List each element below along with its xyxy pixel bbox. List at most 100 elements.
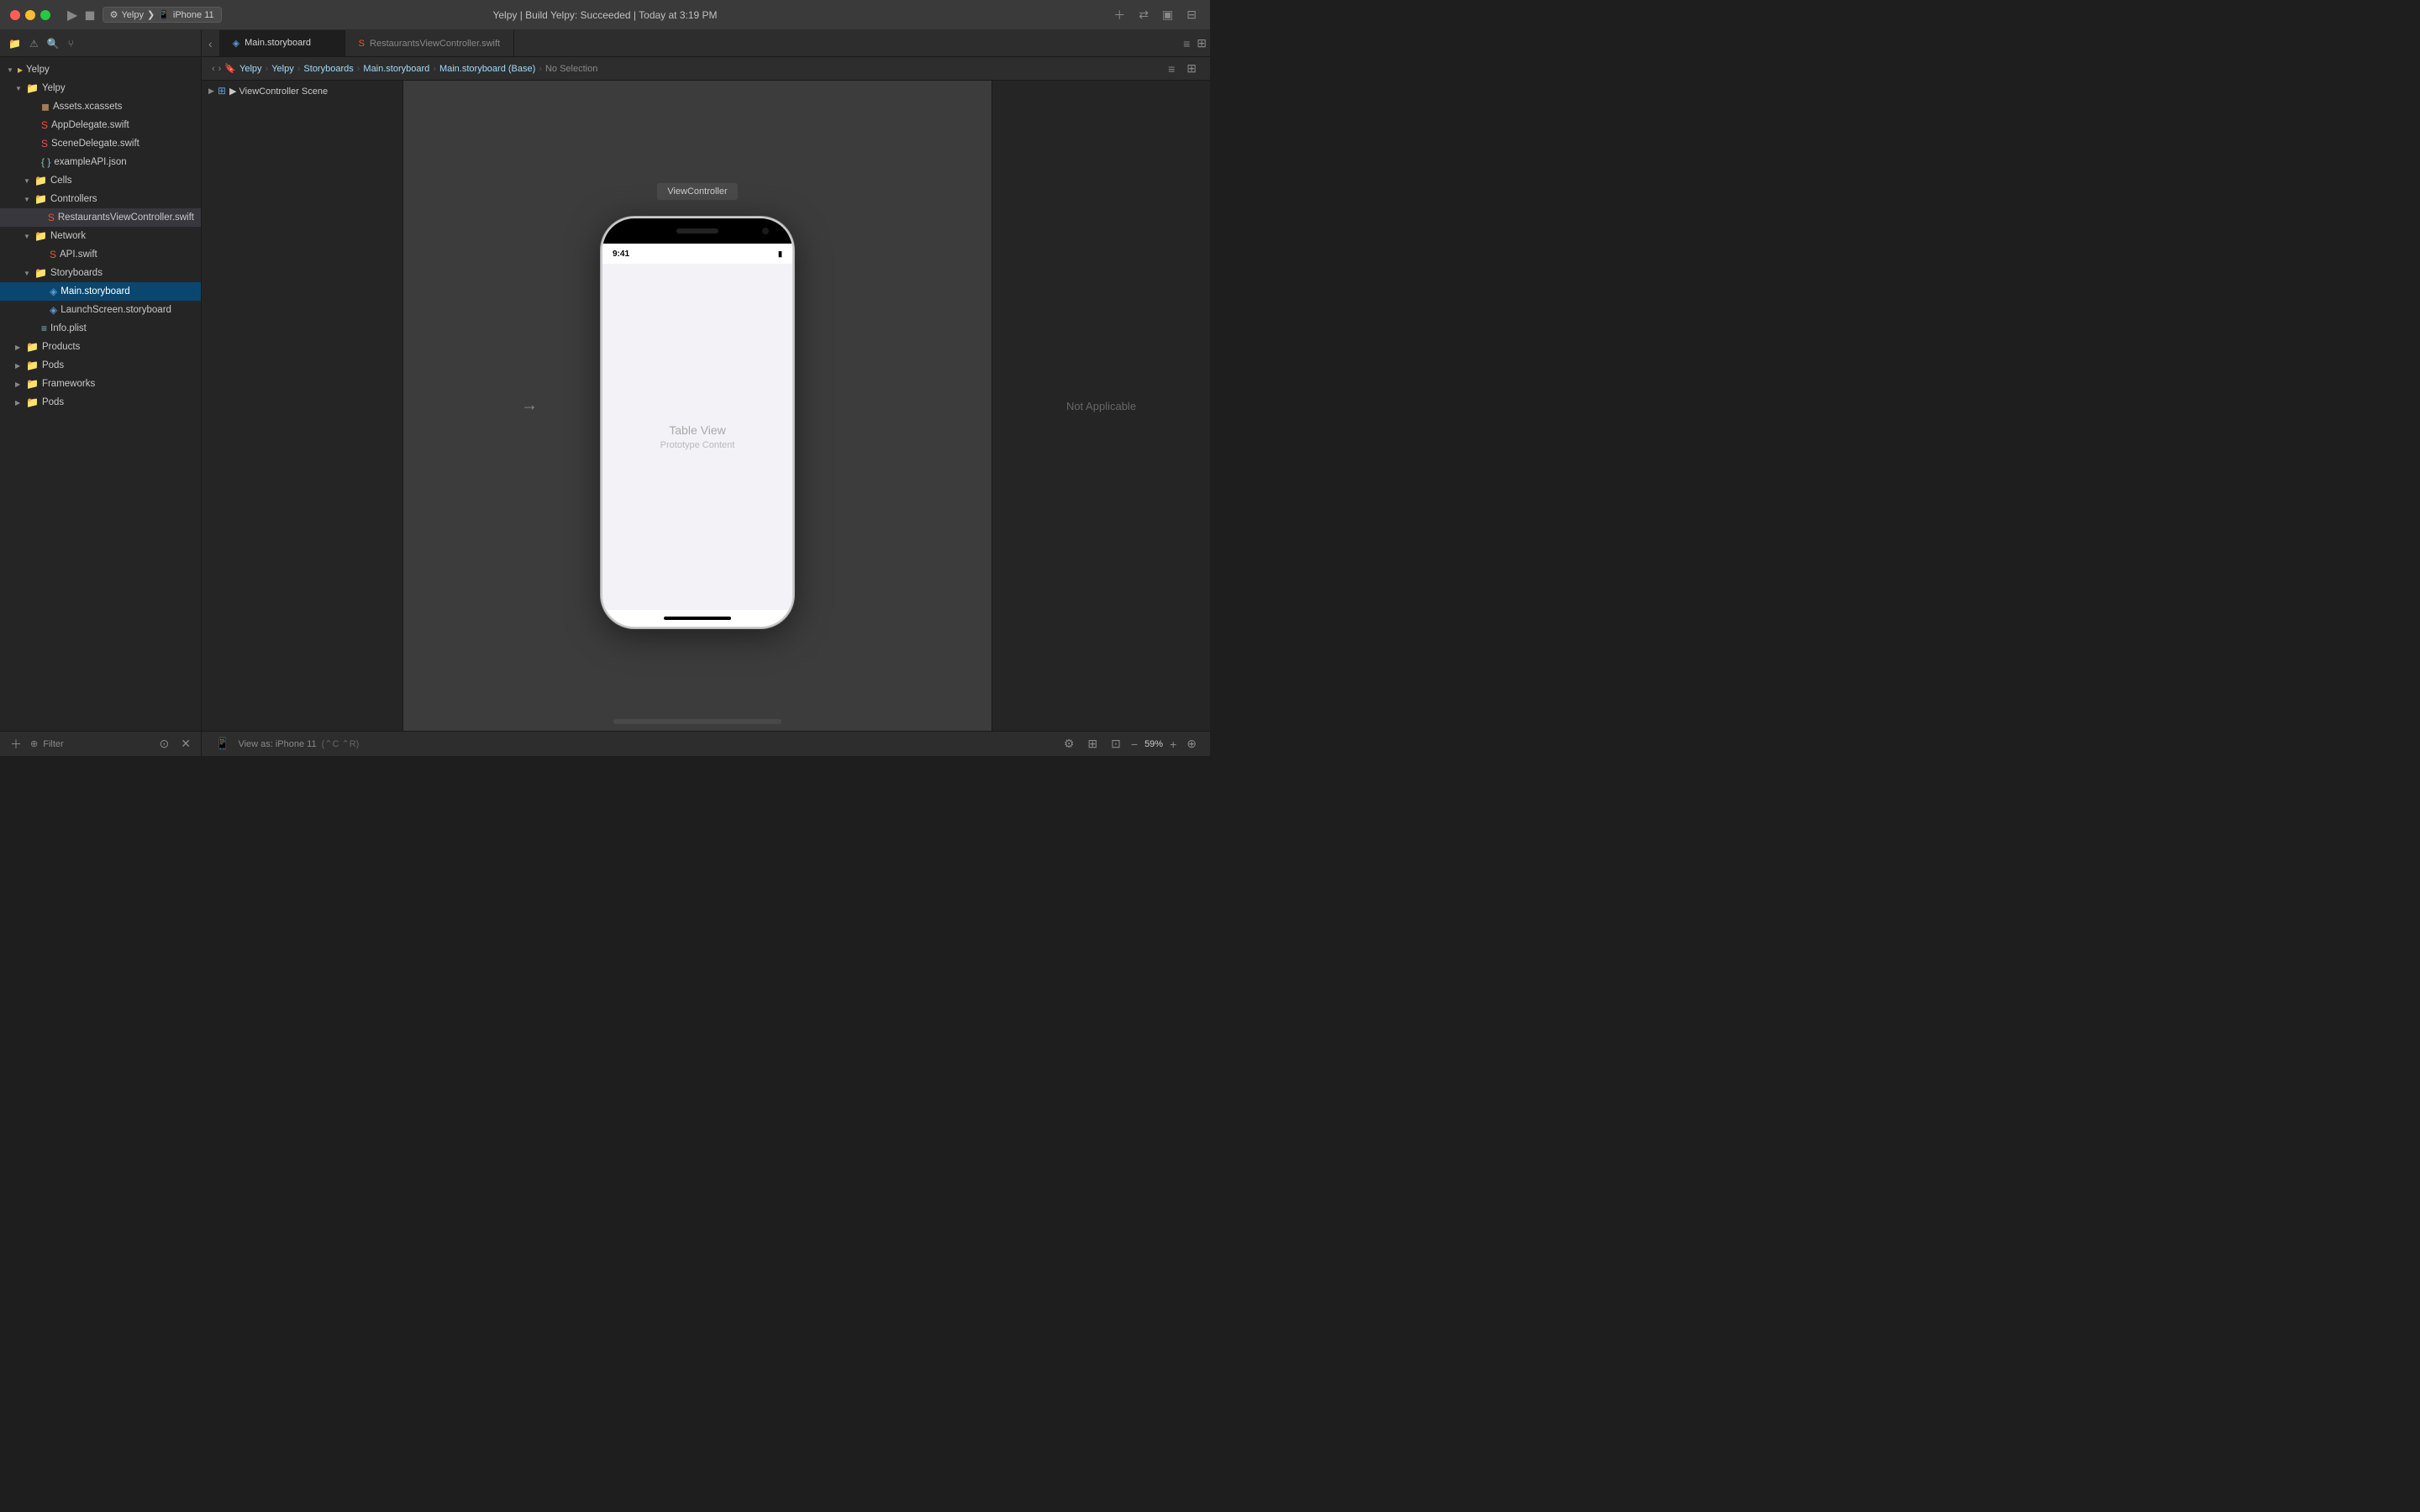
pods2-folder-icon: 📁 [26, 396, 39, 408]
segue-arrow: → [521, 396, 538, 416]
network-label: Network [50, 231, 86, 241]
breadcrumb-back-button[interactable]: ‹ [212, 64, 215, 74]
tab-restaurants-vc[interactable]: S RestaurantsViewController.swift [345, 30, 514, 56]
tree-exampleapi[interactable]: { } exampleAPI.json [0, 153, 201, 171]
tree-appdelegate[interactable]: S AppDelegate.swift [0, 116, 201, 134]
home-bar [664, 617, 731, 620]
toolbar-right: ＋ ⇄ ▣ ⊟ [1110, 5, 1200, 25]
tree-root-yelpy[interactable]: ▼ ▸ Yelpy [0, 60, 201, 79]
exampleapi-label: exampleAPI.json [54, 157, 126, 167]
tree-cells-folder[interactable]: ▼ 📁 Cells [0, 171, 201, 190]
maximize-button[interactable] [40, 10, 50, 20]
source-control-button[interactable]: ⇄ [1135, 6, 1152, 24]
breadcrumb-right: ≡ ⊞ [1165, 60, 1200, 77]
panel-toggle-button[interactable]: ⊟ [1183, 6, 1200, 24]
tree-launch-storyboard[interactable]: ◈ LaunchScreen.storyboard [0, 301, 201, 319]
storyboard-icon-2: ◈ [50, 304, 57, 316]
controllers-label: Controllers [50, 194, 97, 204]
breadcrumb-yelpy-2[interactable]: Yelpy [271, 64, 294, 74]
device-name: iPhone 11 [173, 10, 214, 20]
breadcrumb-storyboards[interactable]: Storyboards [303, 64, 353, 74]
root-label: Yelpy [26, 65, 50, 75]
chevron-icon: ❯ [147, 9, 155, 20]
breadcrumb-action-button[interactable]: ≡ [1165, 60, 1178, 77]
layout-button[interactable]: ▣ [1159, 6, 1176, 24]
sidebar-warning-icon[interactable]: ⚠ [28, 36, 40, 51]
iphone-container: ViewController 9:41 ▮ [601, 183, 794, 628]
folder-icon: ▸ [18, 64, 23, 76]
sidebar-scm-icon[interactable]: ⑂ [66, 36, 76, 51]
scheme-name: Yelpy [121, 10, 144, 20]
cells-label: Cells [50, 176, 72, 186]
editor-options-button[interactable]: ≡ [1180, 30, 1193, 56]
scene-list: ▶ ⊞ ▶ ViewController Scene [202, 81, 403, 731]
bottom-fit-button[interactable]: ⊞ [1084, 735, 1101, 753]
breadcrumb-no-selection: No Selection [545, 64, 597, 74]
scene-label: ▶ ViewController Scene [229, 86, 328, 97]
scheme-selector[interactable]: ⚙ Yelpy ❯ 📱 iPhone 11 [103, 7, 222, 23]
tree-products-folder[interactable]: ▶ 📁 Products [0, 338, 201, 356]
filter-settings-button[interactable]: ⊙ [156, 735, 173, 753]
tab-main-storyboard[interactable]: ◈ Main.storyboard [219, 30, 345, 56]
tree-yelpy-group[interactable]: ▼ 📁 Yelpy [0, 79, 201, 97]
tree-api[interactable]: S API.swift [0, 245, 201, 264]
tree-restaurantsvc[interactable]: S RestaurantsViewController.swift [0, 208, 201, 227]
bottom-settings-icon[interactable]: ⚙ [1060, 735, 1078, 753]
tree-frameworks-folder[interactable]: ▶ 📁 Frameworks [0, 375, 201, 393]
iphone-speaker [676, 228, 718, 234]
breadcrumb-icon-1: 🔖 [224, 63, 236, 74]
breadcrumb-related-button[interactable]: ⊞ [1183, 60, 1200, 77]
tree-controllers-folder[interactable]: ▼ 📁 Controllers [0, 190, 201, 208]
minimize-button[interactable] [25, 10, 35, 20]
products-folder-icon: 📁 [26, 341, 39, 353]
title-label: Yelpy | Build Yelpy: Succeeded | Today a… [492, 9, 717, 21]
xcassets-icon: ◼ [41, 101, 50, 113]
tree-assets[interactable]: ◼ Assets.xcassets [0, 97, 201, 116]
frameworks-label: Frameworks [42, 379, 95, 389]
bottom-device-icon[interactable]: 📱 [212, 735, 233, 753]
breadcrumb-forward-button[interactable]: › [218, 64, 222, 74]
sidebar-nav-icon[interactable]: 📁 [7, 36, 23, 51]
sidebar-bottom: ＋ ⊕ Filter ⊙ ✕ [0, 731, 201, 756]
play-button[interactable]: ▶ [67, 7, 77, 24]
tree-info-plist[interactable]: ≡ Info.plist [0, 319, 201, 338]
breadcrumb-yelpy-1[interactable]: Yelpy [239, 64, 262, 74]
iphone-frame: 9:41 ▮ Table View Prototype Content [601, 217, 794, 628]
tab-label-2: RestaurantsViewController.swift [370, 39, 500, 49]
cells-folder-icon: 📁 [34, 175, 47, 186]
tab-label-1: Main.storyboard [245, 38, 311, 48]
breadcrumb-main-storyboard[interactable]: Main.storyboard [363, 64, 429, 74]
pods-label: Pods [42, 360, 64, 370]
split-editor-button[interactable]: ⊞ [1193, 30, 1210, 56]
scenedelegate-label: SceneDelegate.swift [51, 139, 139, 149]
breadcrumb-nav: ‹ › [212, 64, 221, 74]
close-button[interactable] [10, 10, 20, 20]
breadcrumb-main-storyboard-base[interactable]: Main.storyboard (Base) [439, 64, 535, 74]
canvas-scrollbar[interactable] [613, 719, 781, 724]
filter-close-button[interactable]: ✕ [177, 735, 194, 753]
tab-prev-button[interactable]: ‹ [202, 30, 219, 56]
add-file-button[interactable]: ＋ [7, 734, 25, 754]
tree-pods-folder[interactable]: ▶ 📁 Pods [0, 356, 201, 375]
stop-button[interactable]: ◼ [84, 7, 95, 24]
tree-pods2-folder[interactable]: ▶ 📁 Pods [0, 393, 201, 412]
canvas-area[interactable]: → ViewController 9:41 ▮ [403, 81, 992, 731]
bottom-more-button[interactable]: ⊕ [1183, 735, 1200, 753]
zoom-in-button[interactable]: + [1170, 738, 1176, 751]
zoom-out-button[interactable]: − [1131, 738, 1138, 751]
iphone-home-indicator [602, 610, 792, 627]
right-panel: Not Applicable [992, 81, 1210, 731]
sidebar-search-icon[interactable]: 🔍 [45, 36, 61, 51]
tree-storyboards-folder[interactable]: ▼ 📁 Storyboards [0, 264, 201, 282]
add-button[interactable]: ＋ [1110, 5, 1128, 25]
frameworks-folder-icon: 📁 [26, 378, 39, 390]
tree-scenedelegate[interactable]: S SceneDelegate.swift [0, 134, 201, 153]
bottom-layout-button[interactable]: ⊡ [1107, 735, 1124, 753]
filter-label: Filter [43, 739, 150, 749]
tree-network-folder[interactable]: ▼ 📁 Network [0, 227, 201, 245]
main-layout: 📁 ⚠ 🔍 ⑂ ▼ ▸ Yelpy ▼ 📁 Yelpy ◼ Assets [0, 30, 1210, 756]
tree-main-storyboard[interactable]: ◈ Main.storyboard [0, 282, 201, 301]
swift-icon-3: S [48, 212, 55, 223]
split-content: ▶ ⊞ ▶ ViewController Scene → ViewControl… [202, 81, 1210, 731]
scene-viewcontroller[interactable]: ▶ ⊞ ▶ ViewController Scene [202, 81, 402, 101]
